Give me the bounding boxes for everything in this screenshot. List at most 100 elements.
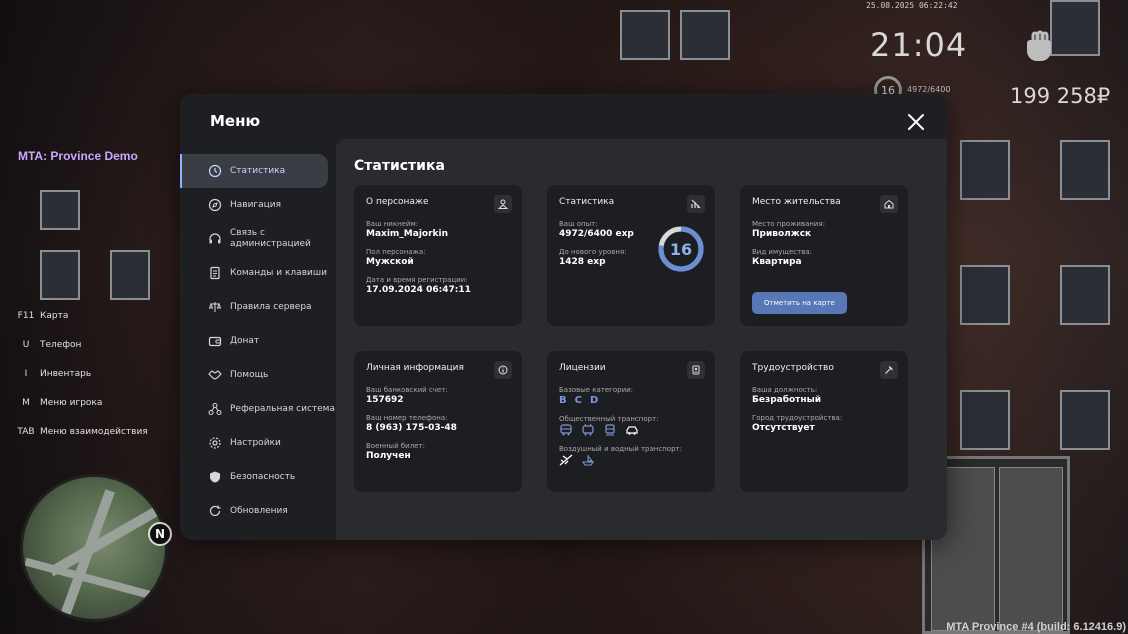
position-value: Безработный bbox=[752, 395, 822, 405]
compass-north: N bbox=[148, 522, 172, 546]
card-employment: Трудоустройство Ваша должность: Безработ… bbox=[740, 351, 908, 492]
document-icon bbox=[210, 266, 220, 280]
nav-item-rules[interactable]: Правила сервера bbox=[180, 290, 336, 324]
compass-icon bbox=[208, 198, 222, 212]
hotkey-key: TAB bbox=[17, 427, 35, 437]
nickname-label: Ваш никнейм: bbox=[366, 220, 419, 228]
card-residence: Место жительства Место проживания: Приво… bbox=[740, 185, 908, 326]
info-icon bbox=[494, 361, 512, 379]
nav-item-updates[interactable]: Обновления bbox=[180, 494, 336, 528]
close-icon[interactable] bbox=[907, 113, 925, 131]
nav-item-label: Обновления bbox=[230, 505, 288, 516]
refresh-icon bbox=[209, 505, 221, 517]
work-city-label: Город трудоустройства: bbox=[752, 414, 843, 422]
bank-account-label: Ваш банковский счет: bbox=[366, 386, 448, 394]
nav-item-donate[interactable]: Донат bbox=[180, 324, 336, 358]
air-water-transport-label: Воздушный и водный транспорт: bbox=[559, 445, 682, 453]
hotkey-item: U Телефон bbox=[12, 340, 148, 369]
gender-value: Мужской bbox=[366, 257, 414, 267]
nickname-value: Maxim_Majorkin bbox=[366, 229, 449, 239]
nav-item-label: Настройки bbox=[230, 437, 281, 448]
nav-item-settings[interactable]: Настройки bbox=[180, 426, 336, 460]
build-info: MTA Province #4 (build: 6.12416.9) bbox=[946, 621, 1126, 633]
menu-window: Меню Статистика Навигация Связь с админи… bbox=[180, 94, 947, 540]
nav-item-label: Команды и клавиши bbox=[230, 267, 327, 278]
air-water-transport-icons bbox=[559, 454, 703, 466]
nav-item-label: Статистика bbox=[230, 165, 286, 176]
hotkey-item: M Меню игрока bbox=[12, 398, 148, 427]
hotkey-key: U bbox=[22, 340, 30, 350]
referral-icon bbox=[208, 403, 222, 415]
taxi-icon bbox=[626, 426, 638, 435]
category-b: B bbox=[559, 395, 567, 406]
hotkey-label: Меню игрока bbox=[40, 398, 103, 408]
airplane-icon bbox=[559, 454, 573, 466]
nav-item-label: Донат bbox=[230, 335, 260, 346]
card-personal-info: Личная информация Ваш банковский счет: 1… bbox=[354, 351, 522, 492]
nav-item-label: Связь с администрацией bbox=[230, 228, 311, 249]
boat-icon bbox=[581, 455, 595, 466]
hotkey-label: Меню взаимодействия bbox=[40, 427, 148, 437]
card-licenses: Лицензии Базовые категории: B C D Общест… bbox=[547, 351, 715, 492]
nav-item-admin-contact[interactable]: Связь с администрацией bbox=[180, 222, 336, 256]
wallet-icon bbox=[208, 336, 222, 347]
phone-value: 8 (963) 175-03-48 bbox=[366, 423, 457, 433]
menu-sidebar: Статистика Навигация Связь с администрац… bbox=[180, 154, 336, 528]
military-id-value: Получен bbox=[366, 451, 411, 461]
position-label: Ваша должность: bbox=[752, 386, 818, 394]
hotkey-item: F11 Карта bbox=[12, 311, 148, 340]
card-title: Личная информация bbox=[366, 363, 464, 373]
hotkey-key: I bbox=[24, 369, 28, 379]
nav-item-statistics[interactable]: Статистика bbox=[180, 154, 328, 188]
chart-icon bbox=[687, 195, 705, 213]
person-icon bbox=[494, 195, 512, 213]
trolleybus-icon bbox=[582, 424, 594, 436]
hotkey-label: Карта bbox=[40, 311, 69, 321]
nav-item-label: Навигация bbox=[230, 199, 282, 210]
public-transport-icons bbox=[559, 424, 703, 436]
card-character: О персонаже Ваш никнейм: Maxim_Majorkin … bbox=[354, 185, 522, 326]
hud-money: 199 258₽ bbox=[1010, 84, 1111, 108]
tram-icon bbox=[605, 424, 615, 436]
bus-icon bbox=[560, 424, 572, 436]
minimap[interactable] bbox=[20, 474, 168, 622]
page-title: Статистика bbox=[354, 158, 445, 174]
nav-item-help[interactable]: Помощь bbox=[180, 358, 336, 392]
hotkey-label: Телефон bbox=[40, 340, 82, 350]
content-panel: Статистика О персонаже Ваш никнейм: Maxi… bbox=[336, 139, 947, 540]
shield-icon bbox=[210, 471, 220, 483]
military-id-label: Военный билет: bbox=[366, 442, 425, 450]
nav-item-security[interactable]: Безопасность bbox=[180, 460, 336, 494]
card-title: О персонаже bbox=[366, 197, 429, 207]
nav-item-label: Помощь bbox=[230, 369, 269, 380]
scales-icon bbox=[208, 302, 222, 312]
license-categories: B C D bbox=[559, 395, 703, 406]
residence-place-label: Место проживания: bbox=[752, 220, 826, 228]
hotkey-item: I Инвентарь bbox=[12, 369, 148, 398]
tools-icon bbox=[880, 361, 898, 379]
nav-item-navigation[interactable]: Навигация bbox=[180, 188, 336, 222]
residence-place-value: Приволжск bbox=[752, 229, 812, 239]
nav-item-label: Реферальная система bbox=[230, 403, 335, 414]
hotkey-list: F11 Карта U Телефон I Инвентарь M Меню игрок… bbox=[12, 311, 148, 456]
fist-icon bbox=[1027, 30, 1051, 61]
handshake-icon bbox=[208, 370, 222, 380]
nav-item-commands[interactable]: Команды и клавиши bbox=[180, 256, 336, 290]
gender-label: Пол персонажа: bbox=[366, 248, 426, 256]
card-title: Лицензии bbox=[559, 363, 606, 373]
hud-exp: 4972/6400 bbox=[907, 85, 951, 94]
registration-label: Дата и время регистрации: bbox=[366, 276, 468, 284]
property-type-value: Квартира bbox=[752, 257, 802, 267]
clock-icon bbox=[208, 164, 222, 178]
nav-item-referral[interactable]: Реферальная система bbox=[180, 392, 336, 426]
hud-datetime: 25.08.2025 06:22:42 bbox=[866, 1, 958, 10]
server-name: MTA: Province Demo bbox=[18, 149, 138, 163]
phone-label: Ваш номер телефона: bbox=[366, 414, 448, 422]
menu-title: Меню bbox=[210, 112, 261, 130]
nav-item-label: Безопасность bbox=[230, 471, 296, 482]
public-transport-label: Общественный транспорт: bbox=[559, 415, 659, 423]
level-value: 16 bbox=[669, 239, 693, 259]
hotkey-key: M bbox=[22, 398, 30, 408]
category-d: D bbox=[589, 395, 599, 406]
mark-on-map-button[interactable]: Отметить на карте bbox=[752, 292, 847, 314]
